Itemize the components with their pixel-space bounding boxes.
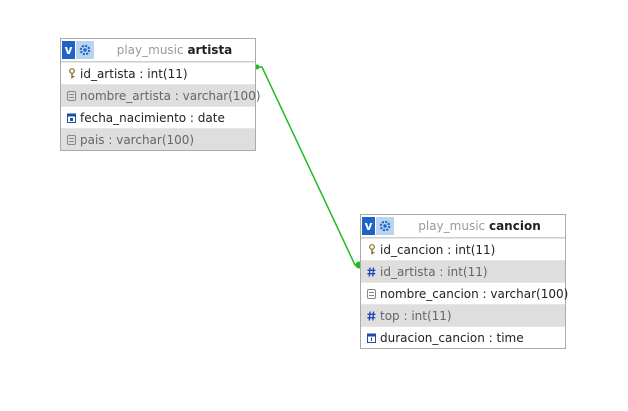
table-header-artista[interactable]: v play_music artista	[61, 39, 255, 62]
primary-key-icon	[366, 244, 377, 256]
field-row[interactable]: id_artista : int(11)	[361, 260, 565, 282]
toggle-v-button[interactable]: v	[62, 41, 75, 59]
db-name: play_music	[116, 43, 184, 57]
field-name: duracion_cancion : time	[380, 330, 524, 345]
field-row[interactable]: id_cancion : int(11)	[361, 238, 565, 260]
designer-canvas[interactable]: v play_music artista id_artista : int(11…	[0, 0, 628, 411]
text-field-icon	[366, 288, 377, 300]
numeric-field-icon	[366, 310, 377, 322]
field-row[interactable]: duracion_cancion : time	[361, 326, 565, 348]
field-row[interactable]: id_artista : int(11)	[61, 62, 255, 84]
field-row[interactable]: top : int(11)	[361, 304, 565, 326]
field-name: nombre_artista : varchar(100)	[80, 88, 261, 103]
toggle-v-button[interactable]: v	[362, 217, 375, 235]
gear-icon[interactable]	[76, 41, 94, 59]
table-title: play_music cancion	[394, 219, 565, 233]
field-row[interactable]: nombre_cancion : varchar(100)	[361, 282, 569, 304]
table-artista[interactable]: v play_music artista id_artista : int(11…	[60, 38, 261, 151]
primary-key-icon	[66, 68, 77, 80]
gear-icon[interactable]	[376, 217, 394, 235]
table-title: play_music artista	[94, 43, 255, 57]
field-name: top : int(11)	[380, 308, 452, 323]
field-name: nombre_cancion : varchar(100)	[380, 286, 569, 301]
field-row[interactable]: pais : varchar(100)	[61, 128, 255, 150]
table-name: cancion	[488, 219, 541, 233]
date-field-icon	[66, 112, 77, 124]
field-name: id_cancion : int(11)	[380, 242, 496, 257]
numeric-field-icon	[366, 266, 377, 278]
text-field-icon	[66, 134, 77, 146]
db-name: play_music	[418, 219, 486, 233]
field-name: pais : varchar(100)	[80, 132, 195, 147]
table-cancion[interactable]: v play_music cancion id_cancion : int(11…	[360, 214, 569, 349]
field-name: id_artista : int(11)	[380, 264, 488, 279]
table-header-cancion[interactable]: v play_music cancion	[361, 215, 565, 238]
text-field-icon	[66, 90, 77, 102]
field-row[interactable]: fecha_nacimiento : date	[61, 106, 255, 128]
time-field-icon	[366, 332, 377, 344]
field-row[interactable]: nombre_artista : varchar(100)	[61, 84, 261, 106]
field-name: fecha_nacimiento : date	[80, 110, 225, 125]
field-name: id_artista : int(11)	[80, 66, 188, 81]
table-name: artista	[187, 43, 233, 57]
